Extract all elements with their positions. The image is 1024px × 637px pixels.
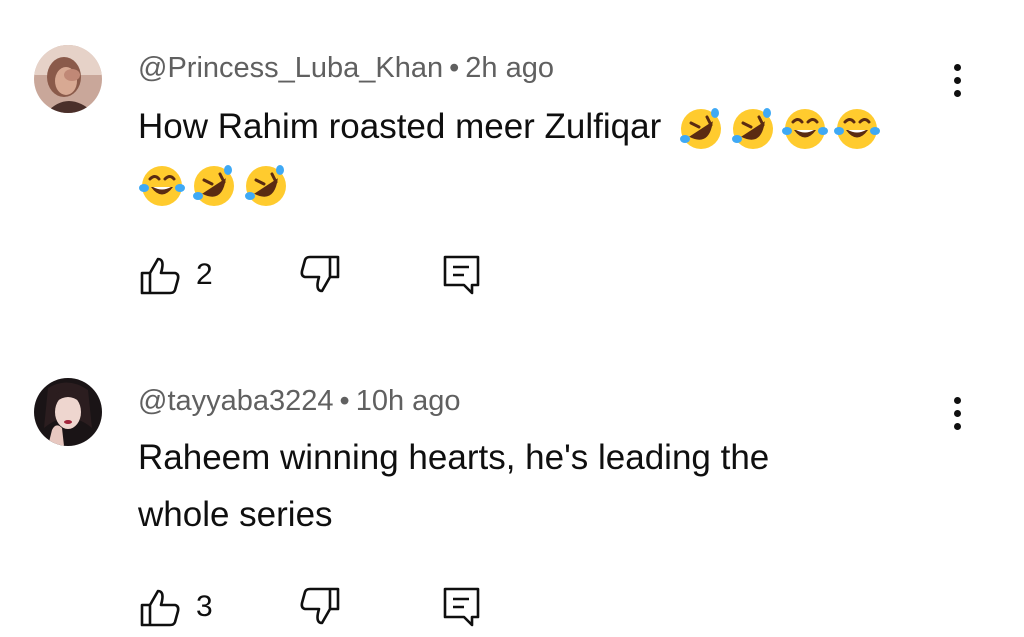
thumbs-up-icon	[140, 257, 180, 295]
more-dot	[953, 422, 961, 430]
comment-time[interactable]: 10h ago	[356, 385, 461, 417]
more-vertical-icon	[953, 396, 961, 404]
comment-text: How Rahim roasted meer Zulfiqar	[138, 98, 938, 212]
thumbs-down-icon	[300, 255, 340, 293]
dislike-button[interactable]	[298, 585, 342, 629]
comment-time[interactable]: 2h ago	[465, 52, 554, 84]
avatar[interactable]	[34, 378, 102, 446]
author-name[interactable]: @tayyaba3224	[138, 385, 334, 417]
dislike-button[interactable]	[298, 253, 342, 297]
more-options-button[interactable]	[942, 55, 972, 105]
reply-button[interactable]	[442, 585, 482, 629]
comment-meta: @Princess_Luba_Khan • 2h ago	[138, 52, 554, 85]
more-dot	[953, 89, 961, 97]
avatar[interactable]	[34, 45, 102, 113]
more-vertical-icon	[953, 63, 961, 71]
emoji-group	[138, 162, 290, 210]
like-button[interactable]: 3	[138, 585, 213, 629]
more-dot	[953, 76, 961, 84]
thumbs-down-icon	[300, 587, 340, 625]
rofl-emoji-icon	[731, 107, 773, 149]
meta-separator: •	[449, 52, 460, 84]
rofl-emoji-icon	[193, 164, 234, 206]
meta-separator: •	[339, 385, 350, 417]
joy-emoji-icon	[833, 108, 880, 149]
comment-body: How Rahim roasted meer Zulfiqar	[138, 107, 662, 146]
comment-text-line: How Rahim roasted meer Zulfiqar	[138, 98, 938, 155]
like-count: 3	[196, 590, 213, 623]
reply-icon	[443, 255, 480, 295]
comment-text-line: Raheem winning hearts, he's leading the	[138, 438, 770, 477]
comment-text-line: whole series	[138, 495, 333, 534]
reply-button[interactable]	[442, 253, 482, 297]
comment-1: @Princess_Luba_Khan • 2h ago How Rahim roa…	[0, 0, 1024, 320]
comment-text: Raheem winning hearts, he's leading the …	[138, 429, 938, 543]
comment-2: @tayyaba3224 • 10h ago Raheem winning hear…	[0, 320, 1024, 637]
comment-text-line	[138, 155, 938, 212]
emoji-group	[677, 105, 881, 153]
like-count: 2	[196, 258, 213, 291]
like-button[interactable]: 2	[138, 253, 213, 297]
joy-emoji-icon	[781, 108, 828, 149]
thumbs-up-icon	[140, 589, 180, 627]
comment-actions: 3	[138, 585, 638, 629]
joy-emoji-icon	[139, 165, 185, 206]
author-name[interactable]: @Princess_Luba_Khan	[138, 52, 443, 84]
comment-actions: 2	[138, 253, 638, 297]
more-options-button[interactable]	[942, 388, 972, 438]
rofl-emoji-icon	[245, 164, 286, 206]
more-dot	[953, 409, 961, 417]
comment-meta: @tayyaba3224 • 10h ago	[138, 385, 461, 418]
reply-icon	[443, 587, 480, 627]
rofl-emoji-icon	[679, 107, 721, 149]
